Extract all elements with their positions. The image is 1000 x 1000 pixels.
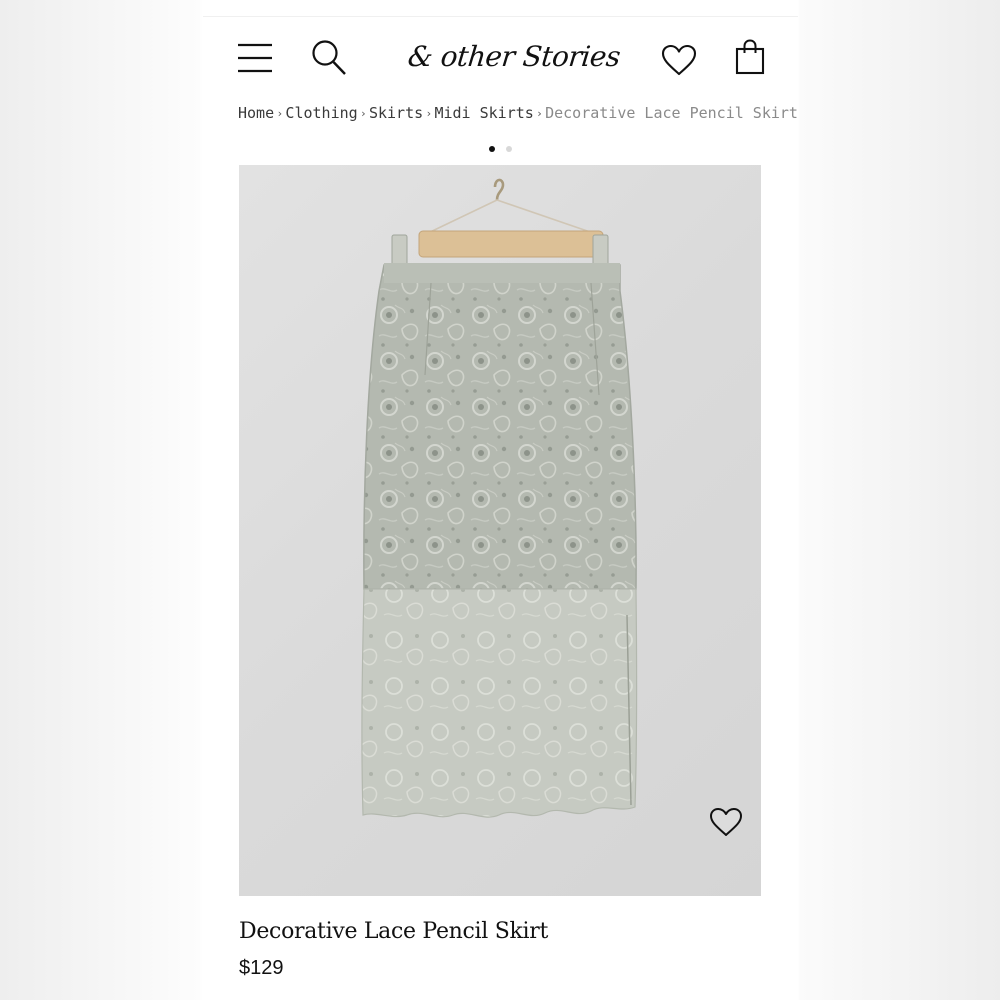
search-button[interactable] xyxy=(311,39,347,77)
heart-icon xyxy=(661,44,697,76)
lace-skirt-illustration xyxy=(361,178,638,818)
breadcrumb-separator: › xyxy=(425,106,433,120)
carousel-dot[interactable] xyxy=(506,146,512,152)
breadcrumb-clothing[interactable]: Clothing xyxy=(285,104,357,122)
shopping-bag-icon xyxy=(735,39,765,75)
brand-logo[interactable]: & other Stories xyxy=(406,37,621,77)
breadcrumb-current: Decorative Lace Pencil Skirt xyxy=(545,104,798,122)
carousel-dot-active[interactable] xyxy=(489,146,495,152)
site-header: & other Stories xyxy=(203,17,798,97)
breadcrumb: Home › Clothing › Skirts › Midi Skirts ›… xyxy=(238,101,798,125)
breadcrumb-home[interactable]: Home xyxy=(238,104,274,122)
breadcrumb-skirts[interactable]: Skirts xyxy=(369,104,423,122)
favorites-button[interactable] xyxy=(661,44,697,76)
carousel-indicator xyxy=(489,146,512,152)
menu-button[interactable] xyxy=(237,42,273,74)
product-page: & other Stories Home › Clothing › Skirts… xyxy=(203,16,798,1000)
breadcrumb-separator: › xyxy=(360,106,367,120)
product-image[interactable] xyxy=(239,165,761,896)
breadcrumb-midi-skirts[interactable]: Midi Skirts xyxy=(434,104,533,122)
product-price: $129 xyxy=(239,957,284,979)
product-title: Decorative Lace Pencil Skirt xyxy=(239,919,549,944)
heart-icon xyxy=(710,808,742,836)
breadcrumb-separator: › xyxy=(276,106,284,120)
add-to-wishlist-button[interactable] xyxy=(709,807,743,837)
search-icon xyxy=(312,40,346,75)
menu-icon xyxy=(238,43,272,73)
breadcrumb-separator: › xyxy=(536,106,543,120)
shopping-bag-button[interactable] xyxy=(735,39,765,75)
